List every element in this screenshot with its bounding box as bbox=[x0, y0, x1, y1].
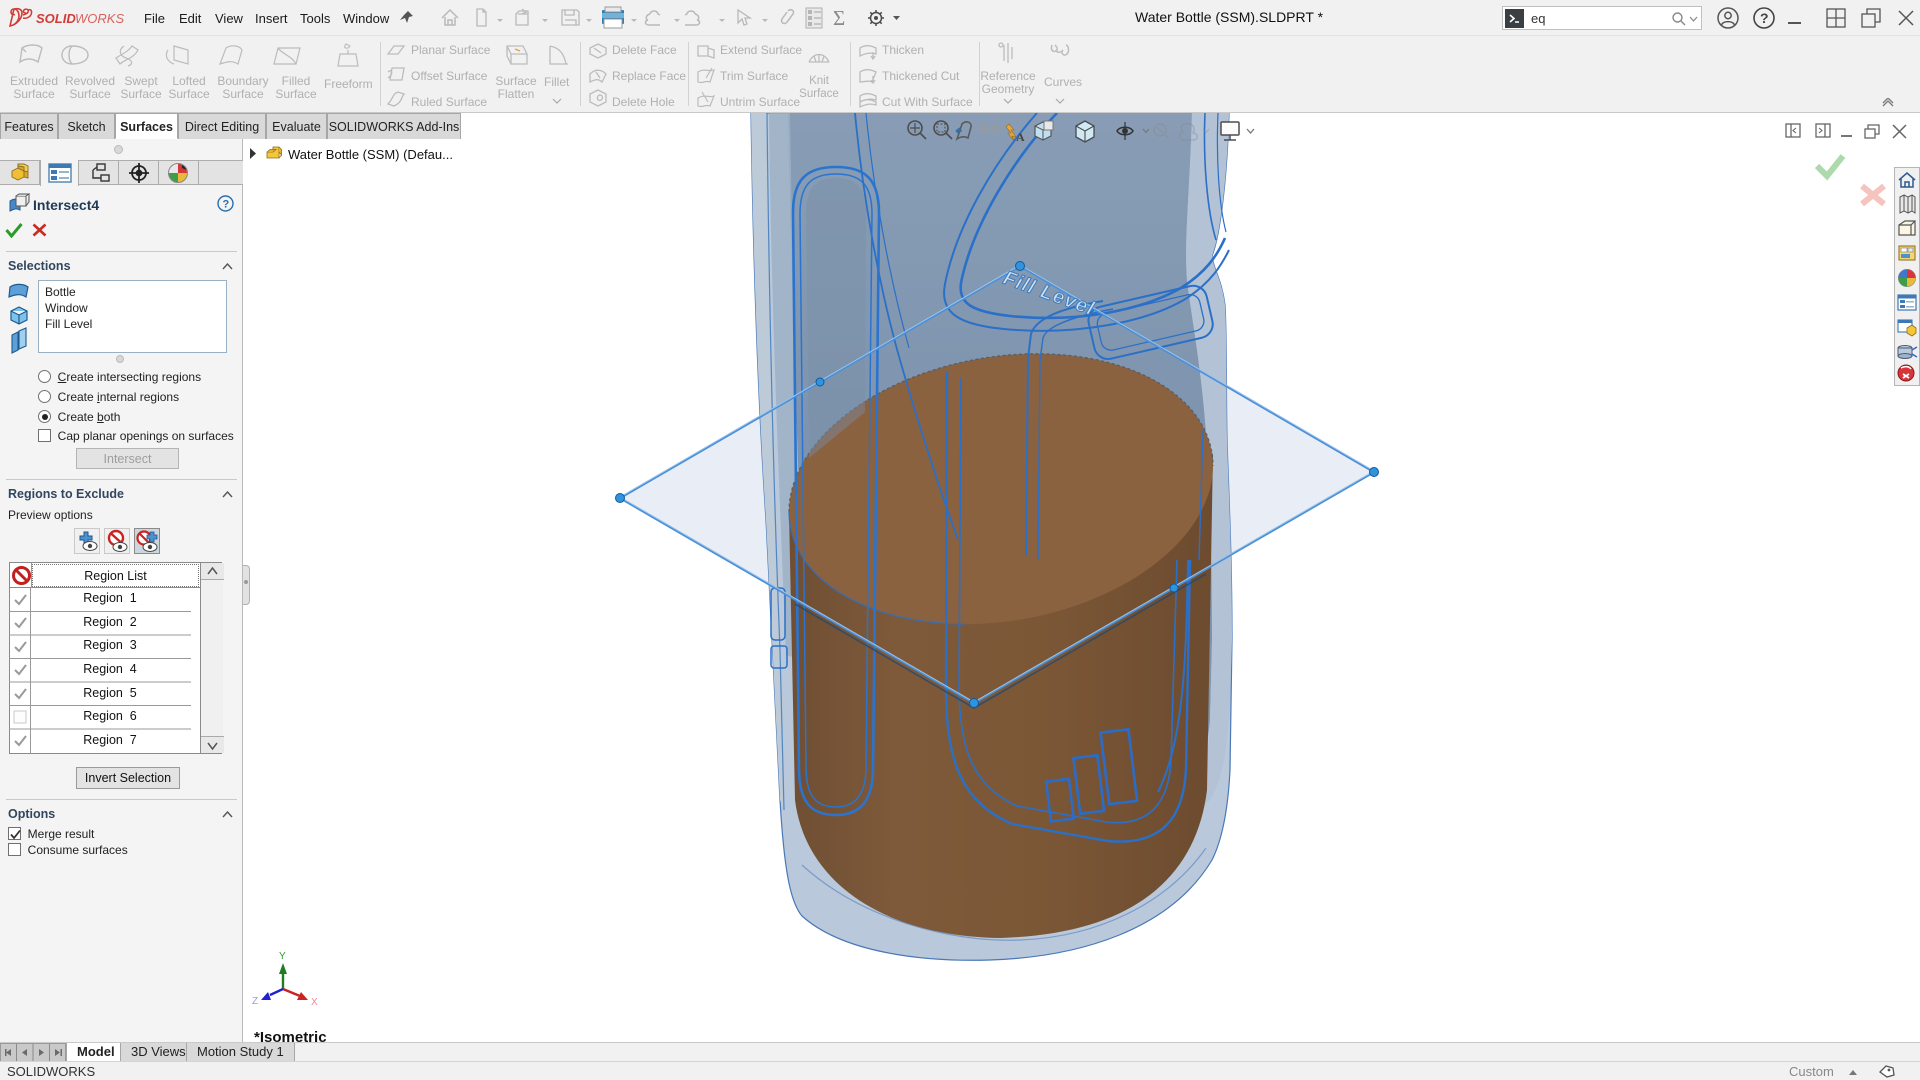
svg-text:WORKS: WORKS bbox=[75, 11, 124, 26]
svg-text:Y: Y bbox=[279, 951, 286, 962]
svg-text:Water Bottle (SSM) (Defau...: Water Bottle (SSM) (Defau... bbox=[288, 147, 453, 162]
svg-text:SOLID: SOLID bbox=[36, 11, 76, 26]
svg-text:Σ: Σ bbox=[833, 6, 845, 30]
svg-text:?: ? bbox=[223, 199, 230, 211]
svg-text:Z: Z bbox=[252, 996, 258, 1007]
svg-text:*Isometric: *Isometric bbox=[254, 1029, 327, 1042]
svg-text:X: X bbox=[311, 997, 318, 1008]
svg-text:?: ? bbox=[1760, 10, 1769, 26]
